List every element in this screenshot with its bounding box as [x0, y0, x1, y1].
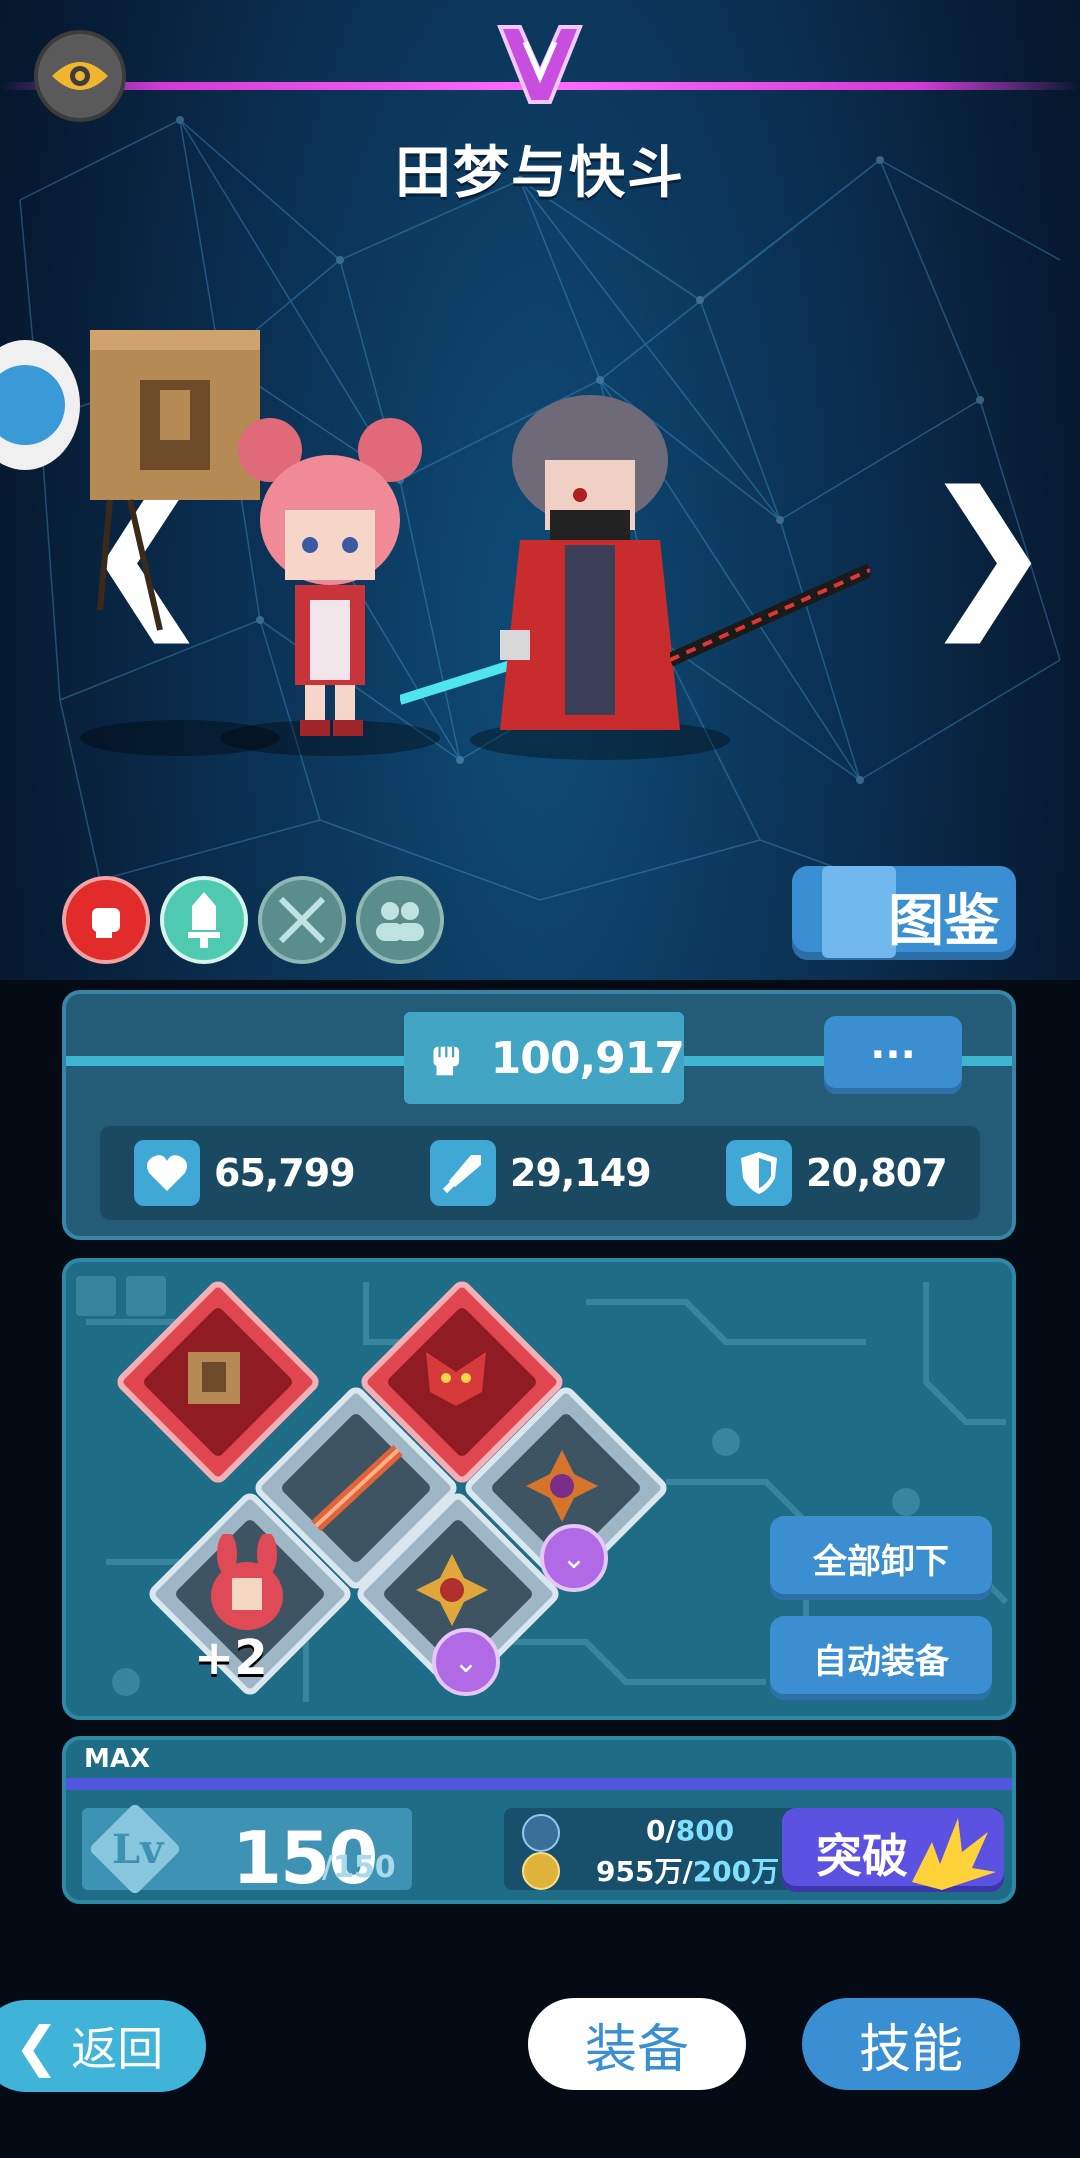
pink-girl-sprite — [238, 418, 422, 736]
material-cost: 0/800 — [646, 1814, 734, 1847]
gem-emblem-item-icon — [526, 1450, 598, 1522]
crossed-swords-icon[interactable] — [258, 876, 346, 964]
character-display — [70, 300, 870, 760]
bunny-pet-item-icon — [211, 1534, 283, 1630]
v-emblem-icon — [497, 25, 583, 104]
stats-panel: 100,917 ··· 65,799 29,149 20,807 — [62, 990, 1016, 1240]
coin-icon — [522, 1852, 560, 1890]
coin-cost: 955万/200万 — [596, 1850, 779, 1890]
material-required: 800 — [675, 1814, 735, 1847]
hp-stat: 65,799 — [134, 1140, 356, 1206]
breakthrough-label: 突破 — [816, 1829, 908, 1883]
level-label: Lv — [112, 1826, 164, 1873]
fist-icon[interactable] — [62, 876, 150, 964]
attack-value: 29,149 — [510, 1151, 652, 1195]
trophy-item-icon — [188, 1352, 240, 1404]
fist-icon — [433, 1046, 460, 1076]
next-character-arrow[interactable]: ❯ — [920, 470, 1054, 630]
dark-sword-sprite — [670, 563, 870, 667]
book-icon — [822, 866, 896, 958]
coin-required: 200万 — [692, 1855, 780, 1888]
shield-icon — [726, 1140, 792, 1206]
chat-bubble-icon — [0, 365, 65, 445]
combat-power-value: 100,917 — [490, 1032, 685, 1084]
tab-skills[interactable]: 技能 — [802, 1998, 1020, 2090]
defense-value: 20,807 — [806, 1151, 948, 1195]
attack-stat: 29,149 — [430, 1140, 652, 1206]
bonus-level-badge: +2 — [194, 1630, 268, 1686]
upgrade-arrow-icon[interactable]: ⌄ — [432, 1628, 500, 1696]
attribute-row: 65,799 29,149 20,807 — [100, 1126, 980, 1220]
back-arrow-icon: ❮ — [14, 2014, 60, 2078]
hp-value: 65,799 — [214, 1151, 356, 1195]
sword-icon[interactable] — [160, 876, 248, 964]
spark-icon — [912, 1818, 996, 1890]
back-label: 返回 — [71, 2022, 164, 2076]
group-icon[interactable] — [356, 876, 444, 964]
eye-icon — [52, 62, 108, 90]
material-current: 0/ — [646, 1814, 676, 1847]
back-button[interactable]: ❮ 返回 — [0, 2000, 206, 2092]
heart-icon — [134, 1140, 200, 1206]
red-coat-boy-sprite — [500, 395, 680, 730]
blade-item-icon — [311, 1444, 403, 1532]
coin-current: 955万/ — [596, 1855, 693, 1888]
view-toggle-button[interactable] — [34, 30, 126, 122]
auto-equip-button[interactable]: 自动装备 — [770, 1616, 992, 1700]
crest-item-icon — [416, 1554, 488, 1626]
equipment-panel: ⌄ +2 ⌄ 全部卸下 自动装备 — [62, 1258, 1016, 1720]
demon-mask-item-icon — [426, 1352, 486, 1406]
codex-label: 图鉴 — [888, 889, 1000, 954]
category-icon-row — [62, 876, 444, 964]
unequip-all-button[interactable]: 全部卸下 — [770, 1516, 992, 1600]
breakthrough-button[interactable]: 突破 — [782, 1808, 1004, 1892]
level-panel: MAX Lv 150 /150 0/800 955万/200万 突破 — [62, 1736, 1016, 1904]
combat-power: 100,917 — [404, 1012, 685, 1104]
tab-equipment[interactable]: 装备 — [528, 1998, 746, 2090]
level-progress-bar — [66, 1778, 1012, 1790]
defense-stat: 20,807 — [726, 1140, 948, 1206]
material-icon — [522, 1814, 560, 1852]
level-max: /150 — [322, 1850, 396, 1885]
more-options-button[interactable]: ··· — [824, 1016, 962, 1094]
max-label: MAX — [84, 1744, 151, 1774]
codex-button[interactable]: 图鉴 — [792, 866, 1016, 960]
character-title: 田梦与快斗 — [395, 141, 685, 206]
sword-icon — [430, 1140, 496, 1206]
level-display: Lv 150 /150 — [82, 1802, 412, 1900]
